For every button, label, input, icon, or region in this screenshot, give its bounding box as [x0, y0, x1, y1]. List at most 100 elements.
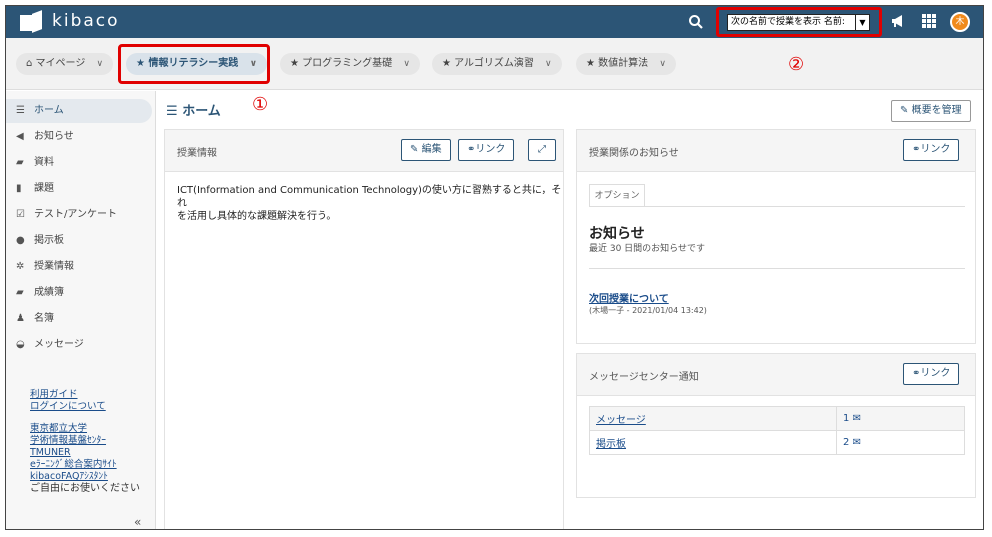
description-line: を活用し具体的な課題解決を行う。 [177, 211, 337, 222]
description-line: ICT(Information and Communication Techno… [177, 185, 562, 209]
gear-icon: ✲ [16, 261, 25, 272]
user-avatar[interactable]: 木 [950, 12, 970, 32]
button-label: リンク [475, 144, 506, 155]
annotation-one: ① [252, 94, 269, 115]
sidebar-item-label: 成績簿 [34, 287, 64, 298]
tab-numerical-methods[interactable]: ★ 数値計算法 ∨ [576, 53, 676, 75]
collapse-sidebar-icon[interactable]: « [134, 515, 141, 529]
forum-link[interactable]: 掲示板 [596, 439, 626, 450]
button-label: 編集 [421, 144, 442, 155]
tab-options[interactable]: オプション [589, 184, 645, 206]
edit-button[interactable]: ✎ 編集 [401, 139, 451, 161]
chevron-down-icon: ▼ [855, 15, 869, 30]
link-university[interactable]: 東京都立大学 [30, 423, 140, 435]
sidebar-item-forum[interactable]: ● 掲示板 [6, 229, 156, 253]
news-panel: 授業関係のお知らせ ⚭リンク オプション お知らせ 最近 30 日間のお知らせで… [576, 129, 976, 344]
link-button[interactable]: ⚭リンク [458, 139, 515, 161]
sidebar-item-messages[interactable]: ◒ メッセージ [6, 333, 156, 357]
course-info-panel: 授業情報 ✎ 編集 ⚭リンク ⤢ ICT(Information and Com… [164, 129, 564, 529]
table-row: メッセージ 1 ✉ [589, 406, 965, 431]
logo-mark-icon [20, 10, 44, 33]
sidebar-item-roster[interactable]: ♟ 名簿 [6, 307, 156, 331]
chevron-down-icon: ∨ [249, 59, 258, 69]
apps-grid-icon[interactable] [922, 14, 936, 32]
envelope-icon: ✉ [852, 413, 861, 424]
news-item-link[interactable]: 次回授業について [589, 290, 669, 305]
sidebar-item-label: 掲示板 [34, 235, 64, 246]
news-subheading: 最近 30 日間のお知らせです [589, 244, 705, 254]
panel-header: メッセージセンター通知 ⚭リンク [577, 354, 975, 396]
link-info-center[interactable]: 学術情報基盤ｾﾝﾀｰ [30, 435, 140, 447]
sidebar-item-home[interactable]: ☰ ホーム [6, 99, 152, 123]
messages-link[interactable]: メッセージ [596, 415, 646, 426]
tab-programming-basics[interactable]: ★ プログラミング基礎 ∨ [280, 53, 420, 75]
sidebar-item-course-info[interactable]: ✲ 授業情報 [6, 255, 156, 279]
course-description: ICT(Information and Communication Techno… [177, 184, 563, 223]
star-icon: ★ [586, 58, 595, 69]
pencil-icon: ✎ [900, 105, 909, 116]
app-name: kibaco [52, 11, 120, 31]
link-button[interactable]: ⚭リンク [903, 363, 960, 385]
sidebar-item-announcements[interactable]: ◀ お知らせ [6, 125, 156, 149]
star-icon: ★ [442, 58, 451, 69]
message-count: 1 [843, 413, 850, 424]
sidebar-item-label: 名簿 [34, 313, 54, 324]
table-row: 掲示板 2 ✉ [589, 430, 965, 455]
tab-info-literacy[interactable]: ★ 情報リテラシー実践 ∨ [126, 53, 268, 75]
star-icon: ★ [290, 58, 299, 69]
sidebar: ☰ ホーム ◀ お知らせ ▰ 資料 ▮ 課題 ☑ テスト/アンケート ● 掲示板 ✲ 授業情報… [6, 91, 156, 529]
forum-count: 2 [843, 437, 850, 448]
users-icon: ♟ [16, 313, 25, 324]
tab-label: 情報リテラシー実践 [148, 58, 239, 69]
sidebar-item-label: お知らせ [34, 131, 74, 142]
top-bar: kibaco 次の名前で授業を表示 名前: ▼ 木 [6, 6, 983, 38]
panel-title: 授業関係のお知らせ [589, 148, 679, 159]
divider [589, 206, 965, 207]
chevron-down-icon: ∨ [659, 59, 666, 69]
browser-frame: kibaco 次の名前で授業を表示 名前: ▼ 木 ⌂ マイページ ∨ ★ 情報… [5, 5, 984, 530]
link-button[interactable]: ⚭リンク [903, 139, 960, 161]
sidebar-item-resources[interactable]: ▰ 資料 [6, 151, 156, 175]
tab-algorithm-exercise[interactable]: ★ アルゴリズム演習 ∨ [432, 53, 562, 75]
pencil-icon: ✎ [410, 144, 419, 155]
file-icon: ▮ [16, 183, 22, 194]
kibaco-logo[interactable]: kibaco [20, 10, 120, 33]
link-login-info[interactable]: ログインについて [30, 401, 140, 413]
divider [589, 268, 965, 269]
sidebar-item-label: テスト/アンケート [34, 209, 117, 220]
manage-overview-button[interactable]: ✎ 概要を管理 [891, 100, 971, 122]
link-tmuner[interactable]: TMUNER [30, 447, 140, 459]
star-icon: ★ [136, 58, 145, 69]
sidebar-item-gradebook[interactable]: ▰ 成績簿 [6, 281, 156, 305]
button-label: 概要を管理 [911, 105, 962, 116]
expand-icon[interactable]: ⤢ [528, 139, 556, 161]
sidebar-item-tests[interactable]: ☑ テスト/アンケート [6, 203, 156, 227]
link-elearning-portal[interactable]: eﾗｰﾆﾝｸﾞ総合案内ｻｲﾄ [30, 459, 140, 471]
message-table: メッセージ 1 ✉ 掲示板 2 ✉ [589, 406, 965, 455]
tab-mypage[interactable]: ⌂ マイページ ∨ [16, 53, 114, 75]
folder-icon: ▰ [16, 157, 24, 168]
link-kibaco-faq[interactable]: kibacoFAQｱｼｽﾀﾝﾄ [30, 471, 140, 483]
tab-label: 数値計算法 [598, 58, 649, 69]
link-user-guide[interactable]: 利用ガイド [30, 389, 140, 401]
message-center-panel: メッセージセンター通知 ⚭リンク メッセージ 1 ✉ 掲示板 2 ✉ [576, 353, 976, 498]
button-label: リンク [920, 144, 951, 155]
panel-title: 授業情報 [177, 148, 217, 159]
name-display-select[interactable]: 次の名前で授業を表示 名前: ▼ [727, 14, 870, 31]
chevron-down-icon: ∨ [403, 59, 410, 69]
inbox-icon: ◒ [16, 339, 25, 350]
page-title: ☰ ホーム [166, 100, 221, 119]
annotation-two: ② [788, 54, 805, 75]
sidebar-item-label: 授業情報 [34, 261, 74, 272]
sidebar-item-label: ホーム [34, 105, 64, 116]
megaphone-icon: ◀ [16, 131, 24, 142]
tab-label: マイページ [35, 58, 86, 69]
search-icon[interactable] [688, 14, 704, 30]
news-item-meta: (木場一子 - 2021/01/04 13:42) [589, 306, 707, 315]
list-icon: ☰ [16, 105, 25, 116]
news-heading: お知らせ [589, 226, 645, 242]
tab-label: アルゴリズム演習 [454, 58, 534, 69]
sidebar-item-assignments[interactable]: ▮ 課題 [6, 177, 156, 201]
check-icon: ☑ [16, 209, 25, 220]
megaphone-icon[interactable] [891, 14, 907, 32]
